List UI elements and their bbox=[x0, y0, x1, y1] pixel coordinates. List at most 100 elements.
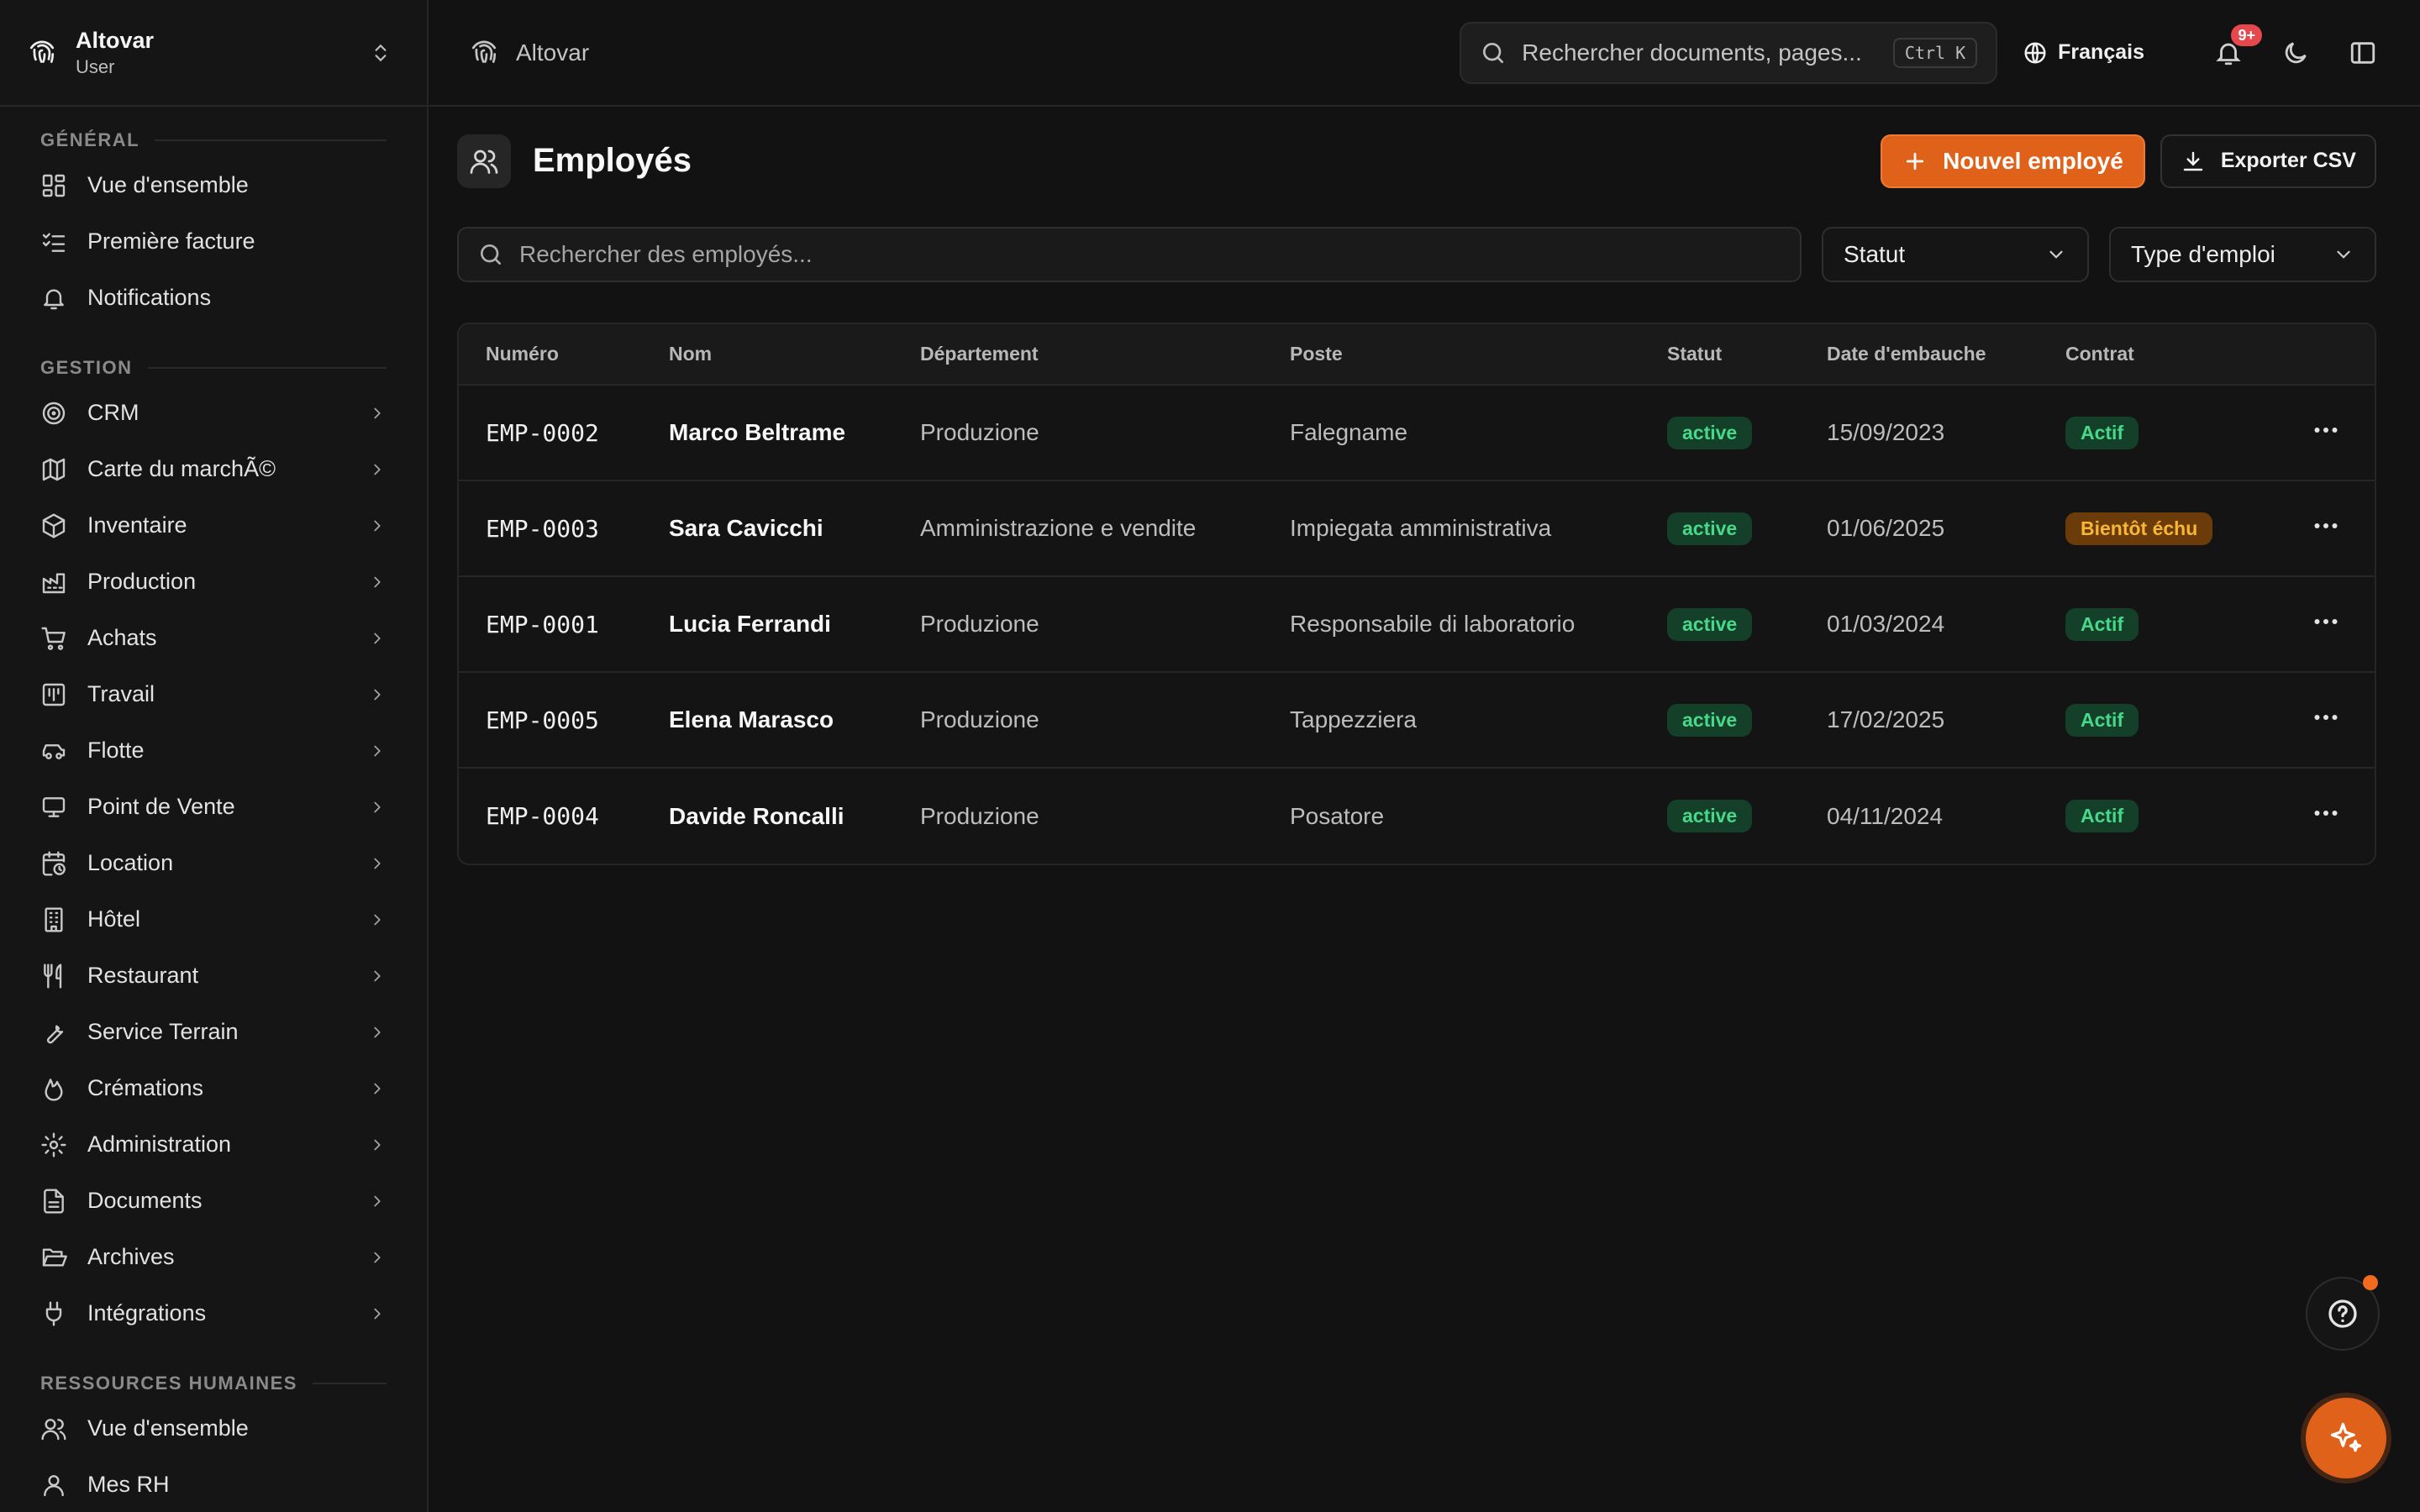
org-info: Altovar User bbox=[76, 26, 370, 80]
new-employee-button[interactable]: Nouvel employé bbox=[1881, 134, 2145, 188]
column-header-name[interactable]: Nom bbox=[642, 324, 893, 386]
employee-hire-date: 17/02/2025 bbox=[1827, 706, 1945, 732]
users-icon bbox=[470, 150, 498, 174]
section-label: RESSOURCES HUMAINES bbox=[40, 1367, 387, 1400]
employment-type-filter[interactable]: Type d'emploi bbox=[2109, 227, 2376, 282]
org-switcher[interactable]: Altovar User bbox=[0, 0, 427, 107]
status-filter[interactable]: Statut bbox=[1822, 227, 2089, 282]
chevrons-up-down-icon bbox=[375, 44, 387, 61]
checklist-icon bbox=[42, 232, 66, 252]
sidebar-item-label: Point de Vente bbox=[87, 794, 235, 819]
employees-table: Numéro Nom Département Poste Statut Date… bbox=[457, 323, 2376, 865]
employee-name[interactable]: Marco Beltrame bbox=[642, 385, 893, 480]
actions-cell bbox=[2238, 672, 2375, 768]
sidebar-item-calendar-clock[interactable]: Location bbox=[40, 835, 387, 891]
column-header-department[interactable]: Département bbox=[893, 324, 1263, 386]
employee-department: Produzione bbox=[920, 611, 1039, 637]
section-divider bbox=[155, 139, 387, 141]
sidebar-item-wrench[interactable]: Service Terrain bbox=[40, 1004, 387, 1060]
car-icon bbox=[42, 743, 66, 759]
section-divider bbox=[312, 1383, 387, 1384]
chevron-right-icon bbox=[374, 1139, 381, 1150]
chevron-right-icon bbox=[374, 970, 381, 981]
table-row[interactable]: EMP-0005 Elena Marasco Produzione Tappez… bbox=[459, 672, 2375, 768]
employee-position: Responsabile di laboratorio bbox=[1290, 611, 1576, 637]
layout-toggle[interactable] bbox=[2346, 36, 2380, 70]
plus-icon bbox=[1906, 152, 1924, 170]
chevron-right-icon bbox=[374, 1308, 381, 1319]
sidebar-item-grid[interactable]: Vue d'ensemble bbox=[40, 157, 387, 213]
more-horizontal-icon[interactable] bbox=[2311, 798, 2341, 828]
employee-department: Amministrazione e vendite bbox=[920, 515, 1197, 541]
sidebar-item-target[interactable]: CRM bbox=[40, 385, 387, 441]
more-horizontal-icon[interactable] bbox=[2311, 511, 2341, 541]
section-label-text: GESTION bbox=[40, 357, 133, 378]
table-row[interactable]: EMP-0002 Marco Beltrame Produzione Faleg… bbox=[459, 385, 2375, 480]
more-horizontal-icon[interactable] bbox=[2311, 415, 2341, 445]
column-header-contract[interactable]: Contrat bbox=[2039, 324, 2238, 386]
global-search-placeholder: Rechercher documents, pages... bbox=[1522, 39, 1862, 66]
global-search[interactable]: Rechercher documents, pages... Ctrl K bbox=[1460, 21, 1998, 84]
sidebar-item-bell[interactable]: Notifications bbox=[40, 270, 387, 326]
employee-search-input[interactable]: Rechercher des employés... bbox=[457, 227, 1802, 282]
main-content: Employés Nouvel employé Exporter CSV Rec… bbox=[429, 108, 2420, 1512]
user-icon bbox=[44, 1474, 64, 1496]
sidebar-item-folder-open[interactable]: Archives bbox=[40, 1229, 387, 1285]
employee-name[interactable]: Elena Marasco bbox=[642, 672, 893, 768]
cart-icon bbox=[41, 627, 66, 650]
sidebar-item-kanban[interactable]: Travail bbox=[40, 666, 387, 722]
export-csv-button[interactable]: Exporter CSV bbox=[2160, 134, 2376, 188]
table-row[interactable]: EMP-0003 Sara Cavicchi Amministrazione e… bbox=[459, 480, 2375, 576]
ai-assistant-button[interactable] bbox=[2306, 1398, 2386, 1478]
sidebar-item-cart[interactable]: Achats bbox=[40, 610, 387, 666]
breadcrumb[interactable]: Altovar bbox=[469, 38, 589, 68]
employee-department: Produzione bbox=[920, 706, 1039, 732]
sidebar-item-file[interactable]: Documents bbox=[40, 1173, 387, 1229]
contract-badge: Actif bbox=[2065, 800, 2139, 832]
table-row[interactable]: EMP-0001 Lucia Ferrandi Produzione Respo… bbox=[459, 576, 2375, 672]
table-row[interactable]: EMP-0004 Davide Roncalli Produzione Posa… bbox=[459, 768, 2375, 864]
box-icon bbox=[42, 512, 66, 538]
sidebar-item-factory[interactable]: Production bbox=[40, 554, 387, 610]
employee-name[interactable]: Davide Roncalli bbox=[642, 768, 893, 864]
sidebar-item-gear[interactable]: Administration bbox=[40, 1116, 387, 1173]
help-button[interactable] bbox=[2306, 1275, 2380, 1351]
status-filter-label: Statut bbox=[1844, 241, 1906, 267]
more-horizontal-icon[interactable] bbox=[2311, 606, 2341, 637]
sidebar-item-checklist[interactable]: Première facture bbox=[40, 213, 387, 270]
sidebar-item-box[interactable]: Inventaire bbox=[40, 497, 387, 554]
sidebar-item-car[interactable]: Flotte bbox=[40, 722, 387, 779]
chevron-right-icon bbox=[374, 914, 381, 925]
sidebar-item-map[interactable]: Carte du marchÃ© bbox=[40, 441, 387, 497]
column-header-number[interactable]: Numéro bbox=[459, 324, 642, 386]
more-horizontal-icon[interactable] bbox=[2311, 702, 2341, 732]
column-header-position[interactable]: Poste bbox=[1263, 324, 1640, 386]
breadcrumb-label: Altovar bbox=[516, 39, 590, 66]
language-switcher[interactable]: Français bbox=[2023, 40, 2144, 66]
chevron-down-icon bbox=[2049, 250, 2063, 259]
notifications-button[interactable]: 9+ bbox=[2212, 24, 2262, 70]
chevron-right-icon bbox=[374, 1083, 381, 1094]
sidebar-item-label: Service Terrain bbox=[87, 1019, 239, 1044]
theme-toggle[interactable] bbox=[2279, 36, 2312, 70]
sidebar-item-monitor[interactable]: Point de Vente bbox=[40, 779, 387, 835]
column-header-hire-date[interactable]: Date d'embauche bbox=[1800, 324, 2039, 386]
sidebar-item-label: Administration bbox=[87, 1131, 232, 1157]
column-header-status[interactable]: Statut bbox=[1640, 324, 1800, 386]
moon-icon bbox=[2285, 41, 2307, 63]
sidebar-item-label: Documents bbox=[87, 1188, 203, 1213]
sidebar-item-user[interactable]: Mes RH bbox=[40, 1457, 387, 1512]
employee-name[interactable]: Lucia Ferrandi bbox=[642, 576, 893, 672]
sidebar-item-users[interactable]: Vue d'ensemble bbox=[40, 1400, 387, 1457]
sidebar-section: GESTION CRM Carte du marchÃ© Inventaire Prod… bbox=[0, 351, 427, 1341]
sidebar-item-flame[interactable]: Crémations bbox=[40, 1060, 387, 1116]
export-csv-label: Exporter CSV bbox=[2220, 149, 2356, 172]
table-header: Numéro Nom Département Poste Statut Date… bbox=[459, 324, 2375, 386]
sidebar-item-building[interactable]: Hôtel bbox=[40, 891, 387, 948]
contract-badge: Bientôt échu bbox=[2065, 512, 2213, 545]
map-icon bbox=[42, 458, 66, 480]
sidebar-item-plug[interactable]: Intégrations bbox=[40, 1285, 387, 1341]
org-name: Altovar bbox=[76, 27, 155, 53]
sidebar-item-utensils[interactable]: Restaurant bbox=[40, 948, 387, 1004]
employee-name[interactable]: Sara Cavicchi bbox=[642, 480, 893, 576]
